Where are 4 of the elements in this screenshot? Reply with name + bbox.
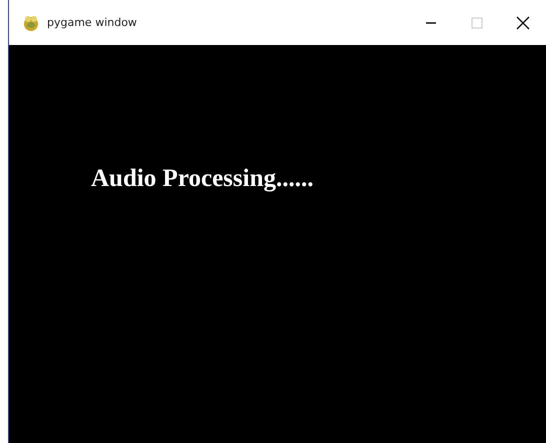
maximize-icon	[471, 16, 483, 28]
status-message: Audio Processing......	[91, 165, 314, 192]
close-icon	[516, 16, 530, 30]
window-title: pygame window	[47, 16, 137, 29]
